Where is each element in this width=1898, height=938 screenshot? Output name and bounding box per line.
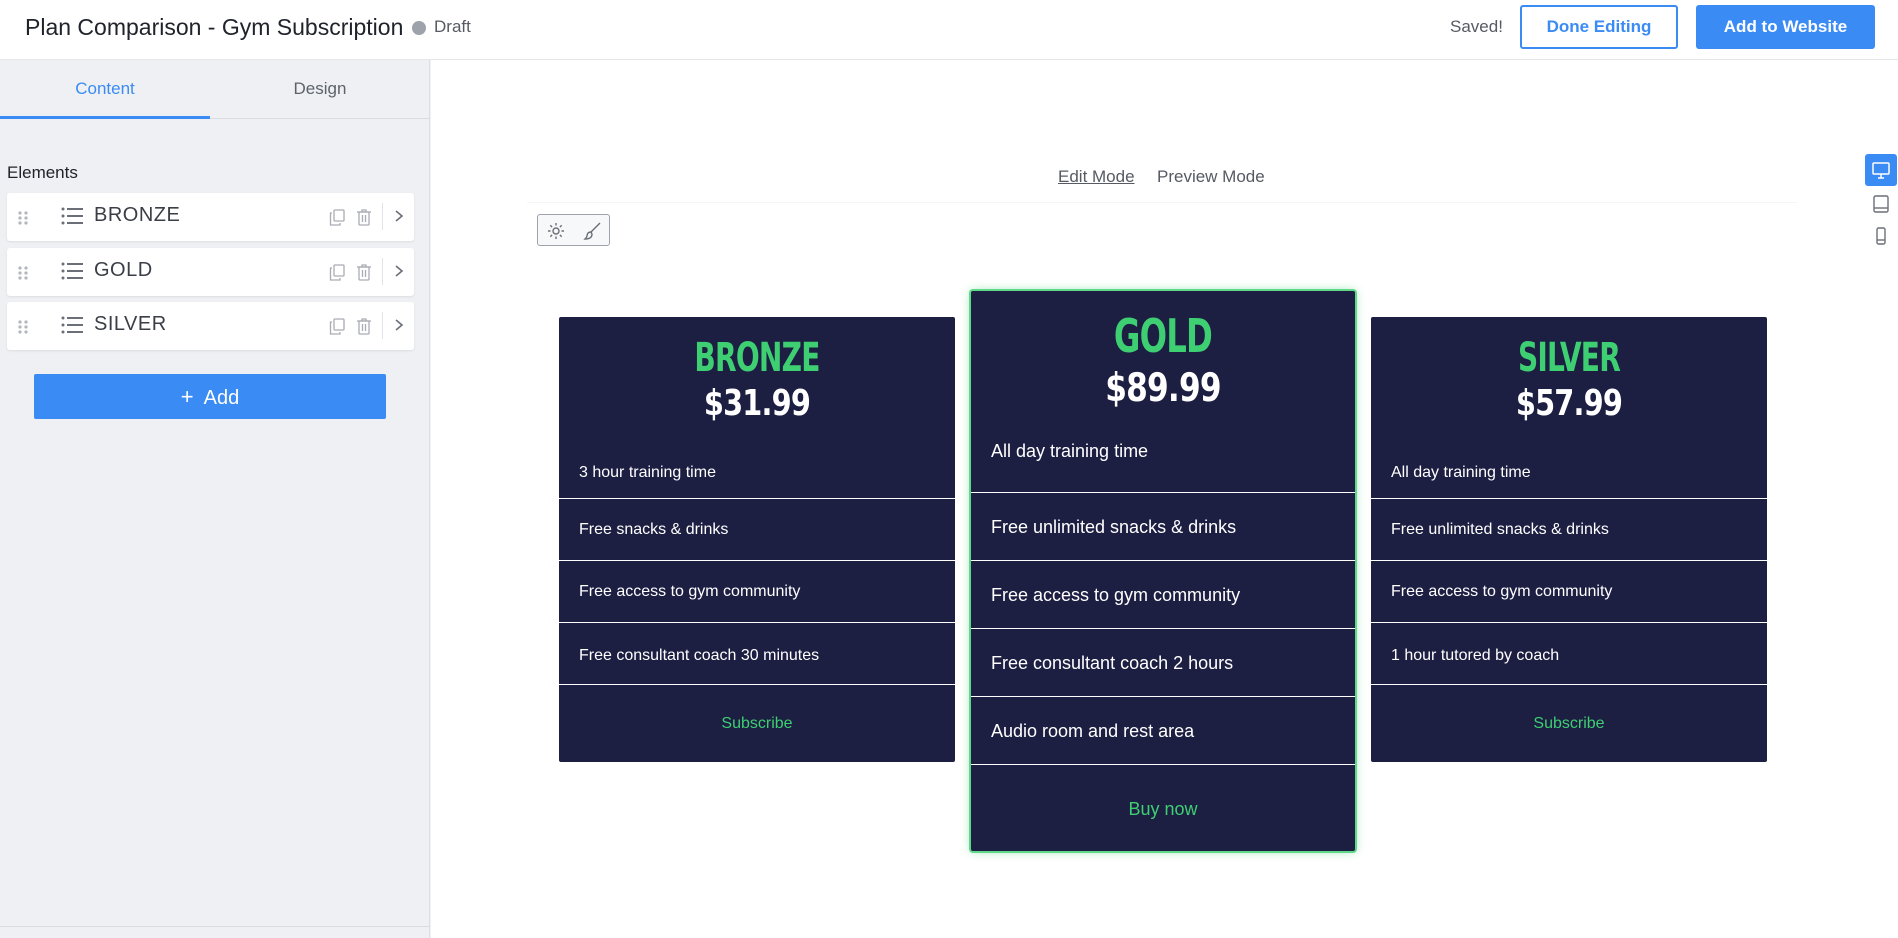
feature-text: 1 hour tutored by coach bbox=[1391, 647, 1560, 664]
gear-icon[interactable] bbox=[546, 221, 566, 241]
divider bbox=[382, 312, 383, 339]
plan-card-gold[interactable]: GOLD $89.99 All day training time Free u… bbox=[971, 291, 1355, 851]
plan-price: $89.99 bbox=[1105, 366, 1221, 411]
feature-text: All day training time bbox=[991, 441, 1149, 461]
mobile-icon[interactable] bbox=[1865, 220, 1897, 252]
feature-text: Free consultant coach 2 hours bbox=[991, 653, 1234, 673]
element-row-silver[interactable]: SILVER bbox=[7, 302, 414, 350]
plan-feature: Free access to gym community bbox=[559, 561, 955, 623]
add-element-button[interactable]: + Add bbox=[34, 374, 386, 419]
drag-handle-icon[interactable] bbox=[17, 264, 29, 282]
page-title: Plan Comparison - Gym Subscription bbox=[25, 14, 404, 40]
buy-now-button[interactable]: Buy now bbox=[971, 799, 1355, 820]
list-icon bbox=[61, 316, 83, 334]
plan-feature: Free unlimited snacks & drinks bbox=[971, 493, 1355, 561]
plan-price: $31.99 bbox=[703, 383, 811, 424]
add-to-website-button[interactable]: Add to Website bbox=[1696, 5, 1875, 49]
feature-text: Free consultant coach 30 minutes bbox=[579, 647, 820, 664]
brush-icon[interactable] bbox=[583, 221, 603, 241]
device-switcher bbox=[1863, 154, 1898, 254]
edit-mode-link[interactable]: Edit Mode bbox=[1058, 167, 1135, 187]
plan-feature: All day training time bbox=[1371, 444, 1767, 499]
trash-icon[interactable] bbox=[356, 264, 372, 281]
tab-design[interactable]: Design bbox=[210, 60, 430, 119]
copy-icon[interactable] bbox=[329, 209, 345, 226]
saved-indicator: Saved! bbox=[1450, 17, 1503, 36]
left-panel: Content Design Elements BRONZE GOLD SILV… bbox=[0, 60, 430, 938]
element-label: BRONZE bbox=[94, 204, 181, 226]
status-dot-icon bbox=[412, 21, 426, 35]
feature-text: Free unlimited snacks & drinks bbox=[1391, 521, 1609, 538]
plan-feature: Free unlimited snacks & drinks bbox=[1371, 499, 1767, 561]
plan-feature: Audio room and rest area bbox=[971, 697, 1355, 765]
plan-feature: Free snacks & drinks bbox=[559, 499, 955, 561]
plus-icon: + bbox=[180, 384, 194, 409]
panel-tabs: Content Design bbox=[0, 60, 430, 119]
feature-text: 3 hour training time bbox=[579, 464, 716, 481]
plan-name: GOLD bbox=[1113, 309, 1213, 363]
subscribe-button[interactable]: Subscribe bbox=[1371, 715, 1767, 733]
widget-toolbar bbox=[537, 214, 610, 246]
tab-content[interactable]: Content bbox=[0, 60, 210, 119]
divider bbox=[382, 203, 383, 230]
tablet-icon[interactable] bbox=[1865, 188, 1897, 220]
feature-text: Free access to gym community bbox=[991, 585, 1241, 605]
trash-icon[interactable] bbox=[356, 318, 372, 335]
plan-card-bronze[interactable]: BRONZE $31.99 3 hour training time Free … bbox=[559, 317, 955, 762]
trash-icon[interactable] bbox=[356, 209, 372, 226]
copy-icon[interactable] bbox=[329, 264, 345, 281]
plan-name: BRONZE bbox=[694, 335, 820, 381]
drag-handle-icon[interactable] bbox=[17, 318, 29, 336]
list-icon bbox=[61, 262, 83, 280]
plan-feature: All day training time bbox=[971, 431, 1355, 493]
add-label: Add bbox=[203, 387, 240, 409]
plan-feature: Free access to gym community bbox=[1371, 561, 1767, 623]
element-label: SILVER bbox=[94, 313, 167, 335]
element-row-gold[interactable]: GOLD bbox=[7, 248, 414, 296]
feature-text: All day training time bbox=[1391, 464, 1531, 481]
plan-feature: Free consultant coach 30 minutes bbox=[559, 623, 955, 685]
status-badge: Draft bbox=[434, 17, 471, 36]
subscribe-button[interactable]: Subscribe bbox=[559, 715, 955, 733]
plan-price: $57.99 bbox=[1515, 383, 1623, 424]
chevron-right-icon[interactable] bbox=[393, 262, 405, 280]
panel-footer bbox=[0, 926, 430, 938]
top-bar: Plan Comparison - Gym Subscription Draft… bbox=[0, 0, 1898, 60]
element-label: GOLD bbox=[94, 259, 153, 281]
feature-text: Free access to gym community bbox=[579, 583, 801, 600]
done-editing-button[interactable]: Done Editing bbox=[1520, 5, 1678, 49]
plan-feature: 1 hour tutored by coach bbox=[1371, 623, 1767, 685]
plan-feature: Free consultant coach 2 hours bbox=[971, 629, 1355, 697]
feature-text: Free unlimited snacks & drinks bbox=[991, 517, 1237, 537]
element-row-bronze[interactable]: BRONZE bbox=[7, 193, 414, 241]
elements-heading: Elements bbox=[7, 163, 78, 182]
plan-feature: Free access to gym community bbox=[971, 561, 1355, 629]
divider bbox=[382, 258, 383, 285]
copy-icon[interactable] bbox=[329, 318, 345, 335]
list-icon bbox=[61, 207, 83, 225]
plan-card-silver[interactable]: SILVER $57.99 All day training time Free… bbox=[1371, 317, 1767, 762]
preview-mode-link[interactable]: Preview Mode bbox=[1157, 167, 1265, 187]
chevron-right-icon[interactable] bbox=[393, 207, 405, 225]
desktop-icon[interactable] bbox=[1865, 154, 1897, 186]
feature-text: Free access to gym community bbox=[1391, 583, 1613, 600]
chevron-right-icon[interactable] bbox=[393, 316, 405, 334]
plan-name: SILVER bbox=[1517, 335, 1621, 381]
feature-text: Audio room and rest area bbox=[991, 721, 1195, 741]
feature-text: Free snacks & drinks bbox=[579, 521, 729, 538]
drag-handle-icon[interactable] bbox=[17, 209, 29, 227]
plan-feature: 3 hour training time bbox=[559, 444, 955, 499]
